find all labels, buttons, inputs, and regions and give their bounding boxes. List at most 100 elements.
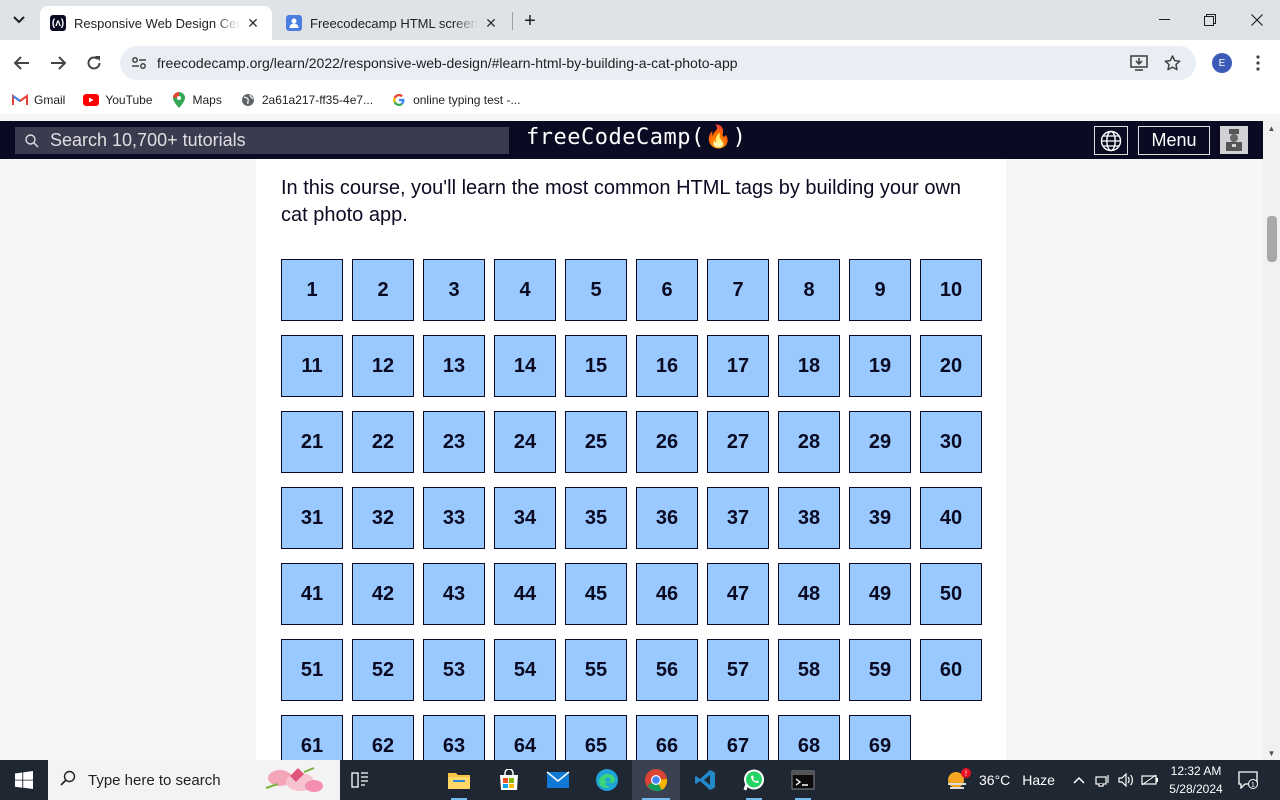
step-button[interactable]: 64 xyxy=(494,715,556,760)
scroll-down-arrow-icon[interactable]: ▼ xyxy=(1263,746,1280,760)
step-button[interactable]: 68 xyxy=(778,715,840,760)
minimize-icon[interactable] xyxy=(1141,0,1187,40)
bookmark-youtube[interactable]: YouTube xyxy=(83,93,153,107)
close-window-icon[interactable] xyxy=(1234,0,1280,40)
whatsapp-icon[interactable] xyxy=(730,760,778,800)
tray-chevron-up-icon[interactable] xyxy=(1069,770,1089,790)
step-button[interactable]: 53 xyxy=(423,639,485,701)
site-info-icon[interactable] xyxy=(130,54,148,72)
step-button[interactable]: 19 xyxy=(849,335,911,397)
restore-icon[interactable] xyxy=(1187,0,1233,40)
chrome-browser-icon[interactable] xyxy=(632,760,680,800)
user-avatar-icon[interactable] xyxy=(1220,126,1248,154)
windows-start-icon[interactable] xyxy=(0,760,48,800)
step-button[interactable]: 51 xyxy=(281,639,343,701)
fcc-menu-button[interactable]: Menu xyxy=(1138,126,1210,155)
step-button[interactable]: 41 xyxy=(281,563,343,625)
weather-widget[interactable]: ! 36°C Haze xyxy=(945,768,1055,792)
taskbar-search-box[interactable]: Type here to search xyxy=(48,760,340,800)
step-button[interactable]: 67 xyxy=(707,715,769,760)
step-button[interactable]: 22 xyxy=(352,411,414,473)
tab-responsive-web-design[interactable]: (ʌ) Responsive Web Design Certific ✕ xyxy=(40,6,272,40)
step-button[interactable]: 37 xyxy=(707,487,769,549)
step-button[interactable]: 59 xyxy=(849,639,911,701)
mail-icon[interactable] xyxy=(534,760,582,800)
step-button[interactable]: 6 xyxy=(636,259,698,321)
step-button[interactable]: 20 xyxy=(920,335,982,397)
bookmark-star-icon[interactable] xyxy=(1161,53,1183,73)
task-view-icon[interactable] xyxy=(336,760,384,800)
step-button[interactable]: 48 xyxy=(778,563,840,625)
step-button[interactable]: 46 xyxy=(636,563,698,625)
step-button[interactable]: 4 xyxy=(494,259,556,321)
step-button[interactable]: 63 xyxy=(423,715,485,760)
step-button[interactable]: 28 xyxy=(778,411,840,473)
fcc-search-input[interactable] xyxy=(43,130,509,151)
language-globe-icon[interactable] xyxy=(1094,126,1128,155)
step-button[interactable]: 16 xyxy=(636,335,698,397)
back-arrow-icon[interactable] xyxy=(8,49,36,77)
step-button[interactable]: 44 xyxy=(494,563,556,625)
step-button[interactable]: 25 xyxy=(565,411,627,473)
taskbar-clock[interactable]: 12:32 AM 5/28/2024 xyxy=(1160,762,1232,798)
step-button[interactable]: 2 xyxy=(352,259,414,321)
address-bar[interactable]: freecodecamp.org/learn/2022/responsive-w… xyxy=(120,46,1196,80)
browser-menu-icon[interactable] xyxy=(1248,51,1268,75)
step-button[interactable]: 40 xyxy=(920,487,982,549)
step-button[interactable]: 50 xyxy=(920,563,982,625)
step-button[interactable]: 66 xyxy=(636,715,698,760)
step-button[interactable]: 69 xyxy=(849,715,911,760)
step-button[interactable]: 58 xyxy=(778,639,840,701)
step-button[interactable]: 52 xyxy=(352,639,414,701)
step-button[interactable]: 23 xyxy=(423,411,485,473)
vscode-icon[interactable] xyxy=(681,760,729,800)
step-button[interactable]: 35 xyxy=(565,487,627,549)
notification-center-icon[interactable]: 1 xyxy=(1236,768,1260,792)
step-button[interactable]: 34 xyxy=(494,487,556,549)
fcc-logo[interactable]: freeCodeCamp(🔥) xyxy=(526,125,746,150)
step-button[interactable]: 27 xyxy=(707,411,769,473)
step-button[interactable]: 21 xyxy=(281,411,343,473)
step-button[interactable]: 38 xyxy=(778,487,840,549)
step-button[interactable]: 42 xyxy=(352,563,414,625)
url-text[interactable]: freecodecamp.org/learn/2022/responsive-w… xyxy=(157,55,738,71)
step-button[interactable]: 12 xyxy=(352,335,414,397)
step-button[interactable]: 14 xyxy=(494,335,556,397)
step-button[interactable]: 54 xyxy=(494,639,556,701)
new-tab-plus-icon[interactable]: + xyxy=(518,9,542,33)
step-button[interactable]: 8 xyxy=(778,259,840,321)
step-button[interactable]: 29 xyxy=(849,411,911,473)
page-scrollbar[interactable]: ▲ ▼ xyxy=(1263,121,1280,760)
bookmark-uuid[interactable]: 2a61a217-ff35-4e7... xyxy=(240,93,373,107)
step-button[interactable]: 33 xyxy=(423,487,485,549)
terminal-icon[interactable] xyxy=(779,760,827,800)
step-button[interactable]: 49 xyxy=(849,563,911,625)
step-button[interactable]: 32 xyxy=(352,487,414,549)
step-button[interactable]: 9 xyxy=(849,259,911,321)
step-button[interactable]: 61 xyxy=(281,715,343,760)
step-button[interactable]: 56 xyxy=(636,639,698,701)
step-button[interactable]: 47 xyxy=(707,563,769,625)
tab-close-icon[interactable]: ✕ xyxy=(482,14,500,32)
step-button[interactable]: 18 xyxy=(778,335,840,397)
step-button[interactable]: 1 xyxy=(281,259,343,321)
network-icon[interactable] xyxy=(1093,770,1113,790)
step-button[interactable]: 10 xyxy=(920,259,982,321)
step-button[interactable]: 31 xyxy=(281,487,343,549)
bookmark-typing-test[interactable]: online typing test -... xyxy=(391,93,520,107)
step-button[interactable]: 15 xyxy=(565,335,627,397)
step-button[interactable]: 26 xyxy=(636,411,698,473)
step-button[interactable]: 65 xyxy=(565,715,627,760)
step-button[interactable]: 30 xyxy=(920,411,982,473)
fcc-search-bar[interactable] xyxy=(15,127,509,154)
step-button[interactable]: 11 xyxy=(281,335,343,397)
forward-arrow-icon[interactable] xyxy=(44,49,72,77)
step-button[interactable]: 3 xyxy=(423,259,485,321)
step-button[interactable]: 43 xyxy=(423,563,485,625)
step-button[interactable]: 13 xyxy=(423,335,485,397)
bookmark-gmail[interactable]: Gmail xyxy=(12,93,65,107)
step-button[interactable]: 5 xyxy=(565,259,627,321)
step-button[interactable]: 60 xyxy=(920,639,982,701)
file-explorer-icon[interactable] xyxy=(435,760,483,800)
bookmark-maps[interactable]: Maps xyxy=(171,92,222,108)
